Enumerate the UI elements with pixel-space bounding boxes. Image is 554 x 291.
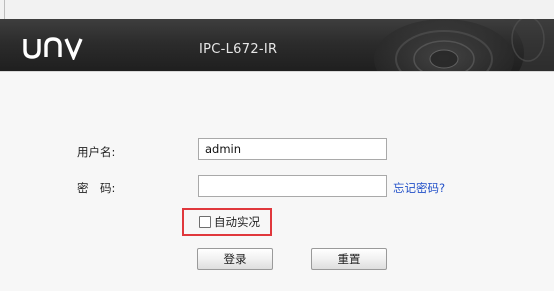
password-label: 密 码: — [77, 181, 116, 195]
username-input[interactable] — [198, 138, 387, 160]
device-model: IPC-L672-IR — [199, 42, 278, 57]
browser-top-strip — [0, 0, 554, 20]
reset-button[interactable]: 重置 — [311, 248, 387, 270]
unv-logo — [23, 37, 83, 60]
auto-live-checkbox[interactable] — [199, 216, 211, 228]
forgot-password-link[interactable]: 忘记密码? — [393, 180, 445, 196]
password-input[interactable] — [198, 175, 387, 197]
login-window: IPC-L672-IR 用户名: 密 码: 忘记密码? 自动实况 登录 重置 — [0, 0, 554, 291]
window-edge — [4, 0, 5, 19]
login-button[interactable]: 登录 — [197, 248, 273, 270]
auto-live-label[interactable]: 自动实况 — [214, 214, 260, 230]
camera-lens-graphic — [374, 19, 554, 71]
username-label: 用户名: — [77, 145, 116, 159]
header-bar: IPC-L672-IR — [0, 19, 554, 71]
